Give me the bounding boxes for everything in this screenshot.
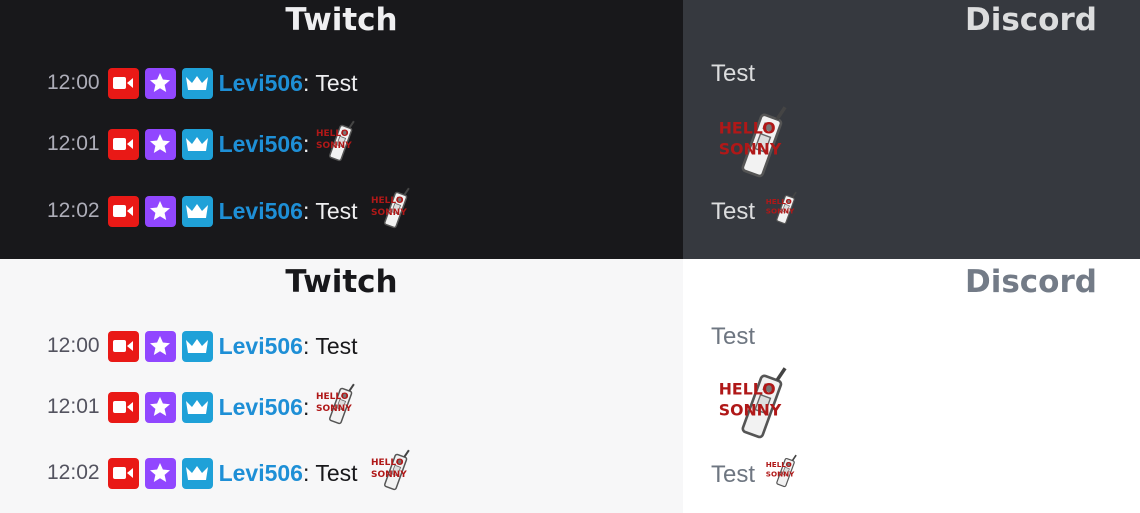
svg-text:HELLO: HELLO [766,197,792,206]
crown-icon[interactable] [181,67,213,99]
svg-text:HELLO: HELLO [719,118,776,137]
camera-icon[interactable] [107,391,139,423]
hello-sonny-phone-emote: HELLO SONNY [315,120,356,168]
discord-light-panel: Discord Test HELLO SONNY Test HELLO SONNY [683,259,1140,513]
message-separator: : [302,459,310,486]
star-icon[interactable] [144,330,176,362]
crown-icon[interactable] [181,330,213,362]
svg-text:SONNY: SONNY [371,470,407,480]
svg-text:HELLO: HELLO [316,129,349,139]
hello-sonny-phone-emote: HELLO SONNY [717,364,787,449]
discord-message-row: HELLO SONNY [717,103,787,188]
message-timestamp: 12:01 [47,395,100,418]
message-text: Test [315,69,358,96]
chat-message-row: 12:01 Levi506 : HELLO SONNY [47,120,356,162]
camera-icon[interactable] [107,195,139,227]
message-separator: : [302,130,310,157]
chat-message-row: 12:00 Levi506 : Test [47,67,370,99]
discord-message-row: Test [711,323,765,351]
discord-title: Discord [965,264,1097,300]
camera-icon[interactable] [107,457,139,489]
star-icon[interactable] [144,457,176,489]
message-text: Test [711,60,756,87]
hello-sonny-phone-emote: HELLO SONNY [370,449,410,497]
message-separator: : [302,69,310,96]
svg-text:SONNY: SONNY [766,207,795,216]
svg-text:HELLO: HELLO [719,379,776,398]
star-icon[interactable] [144,195,176,227]
chat-message-row: 12:02 Levi506 : Test HELLO SONNY [47,449,410,491]
discord-message-row: Test [711,60,765,88]
message-timestamp: 12:02 [47,461,100,484]
message-timestamp: 12:01 [47,132,100,155]
chat-username[interactable]: Levi506 [219,394,303,421]
message-separator: : [302,393,310,420]
star-icon[interactable] [144,67,176,99]
twitch-dark-panel: Twitch 12:00 Levi506 : Test 12:01 Levi50… [0,0,683,259]
discord-message-row: Test HELLO SONNY [711,191,797,232]
crown-icon[interactable] [181,195,213,227]
message-text: Test [315,332,358,359]
chat-message-row: 12:02 Levi506 : Test HELLO SONNY [47,187,410,229]
svg-text:SONNY: SONNY [766,470,795,479]
chat-message-row: 12:01 Levi506 : HELLO SONNY [47,383,356,425]
hello-sonny-phone-emote: HELLO SONNY [765,454,797,495]
message-separator: : [302,197,310,224]
message-text: Test [711,323,756,350]
svg-text:SONNY: SONNY [316,404,352,414]
star-icon[interactable] [144,391,176,423]
hello-sonny-phone-emote: HELLO SONNY [370,187,410,235]
message-text: Test [315,459,358,486]
svg-text:HELLO: HELLO [371,196,404,206]
discord-message-row: Test HELLO SONNY [711,454,797,495]
crown-icon[interactable] [181,457,213,489]
message-timestamp: 12:00 [47,71,100,94]
hello-sonny-phone-emote: HELLO SONNY [315,383,356,431]
camera-icon[interactable] [107,128,139,160]
hello-sonny-phone-emote: HELLO SONNY [765,191,797,232]
message-text: Test [315,197,358,224]
chat-username[interactable]: Levi506 [219,131,303,158]
star-icon[interactable] [144,128,176,160]
message-timestamp: 12:02 [47,199,100,222]
svg-text:HELLO: HELLO [371,458,404,468]
crown-icon[interactable] [181,128,213,160]
hello-sonny-phone-emote: HELLO SONNY [717,103,787,188]
chat-username[interactable]: Levi506 [219,70,303,97]
message-text: Test [711,460,756,488]
chat-username[interactable]: Levi506 [219,333,303,360]
discord-message-row: HELLO SONNY [717,364,787,449]
chat-username[interactable]: Levi506 [219,198,303,225]
camera-icon[interactable] [107,67,139,99]
svg-text:HELLO: HELLO [766,460,792,469]
message-text: Test [711,197,756,225]
svg-text:HELLO: HELLO [316,392,349,402]
message-timestamp: 12:00 [47,334,100,357]
camera-icon[interactable] [107,330,139,362]
twitch-title: Twitch [285,264,398,300]
discord-dark-panel: Discord Test HELLO SONNY Test HELLO SONNY [683,0,1140,259]
chat-message-row: 12:00 Levi506 : Test [47,330,370,362]
crown-icon[interactable] [181,391,213,423]
message-separator: : [302,332,310,359]
svg-text:SONNY: SONNY [719,400,782,419]
svg-text:SONNY: SONNY [371,208,407,218]
twitch-light-panel: Twitch 12:00 Levi506 : Test 12:01 Levi50… [0,259,683,513]
svg-text:SONNY: SONNY [719,139,782,158]
twitch-title: Twitch [285,2,398,38]
chat-username[interactable]: Levi506 [219,460,303,487]
svg-text:SONNY: SONNY [316,141,352,151]
discord-title: Discord [965,2,1097,38]
